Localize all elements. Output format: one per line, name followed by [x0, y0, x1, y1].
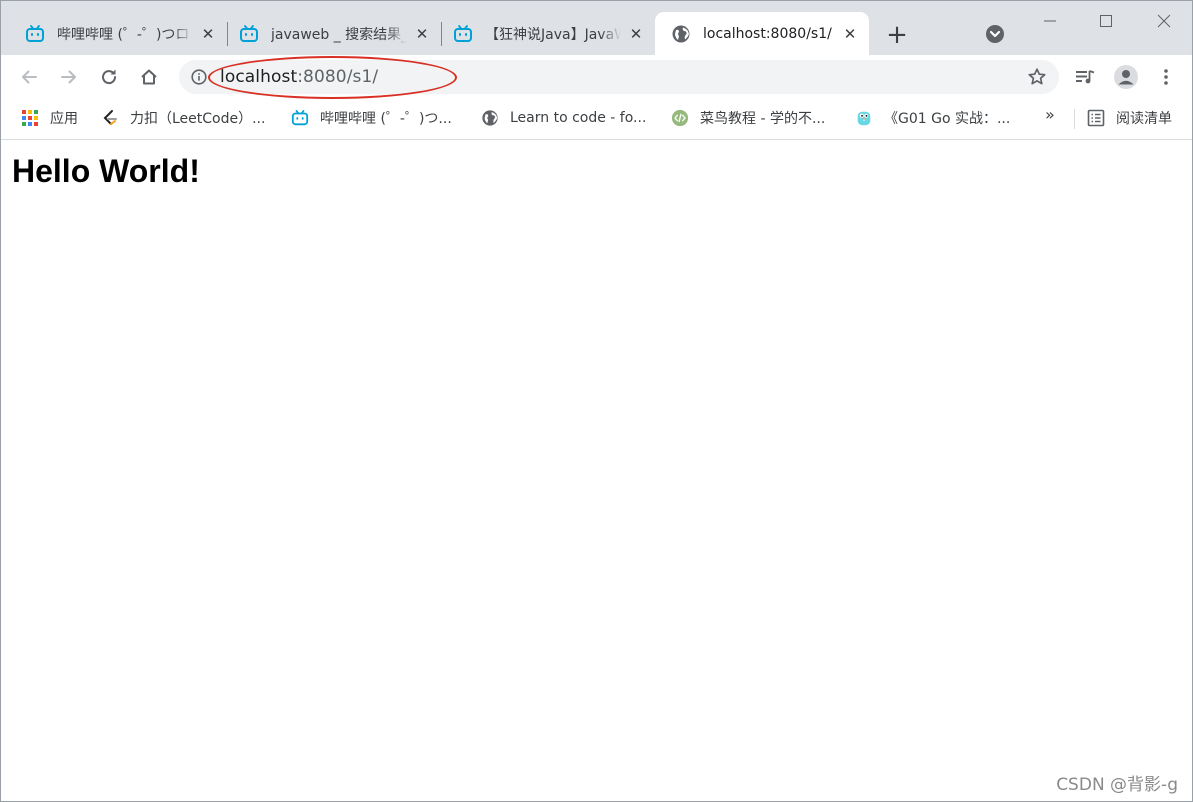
- back-arrow-icon: [22, 70, 37, 84]
- bookmark-leetcode[interactable]: 力扣（LeetCode）...: [101, 107, 265, 129]
- tab-title: javaweb _ 搜索结果_哔哩哔哩-bilibili: [271, 26, 407, 43]
- runoob-icon: [671, 109, 689, 127]
- close-tab-icon[interactable]: ✕: [627, 25, 645, 43]
- reload-icon: [102, 69, 117, 85]
- tab-localhost[interactable]: localhost:8080/s1/ ✕: [655, 12, 869, 55]
- avatar-icon: [1114, 65, 1138, 89]
- bookmark-label: 应用: [50, 111, 78, 127]
- tab-search-icon[interactable]: [985, 24, 1005, 44]
- tab-kuangshen-java[interactable]: 【狂神说Java】JavaWeb入门到实战 ✕: [429, 12, 655, 55]
- bilibili-icon: [25, 24, 45, 44]
- maximize-icon: [1100, 15, 1112, 27]
- tab-title: localhost:8080/s1/: [703, 25, 832, 42]
- address-bar[interactable]: localhost:8080/s1/: [179, 60, 1059, 94]
- bookmark-label: Learn to code - fo...: [510, 110, 647, 126]
- bookmark-label: 力扣（LeetCode）...: [130, 111, 266, 127]
- bookmark-learn-to-code[interactable]: Learn to code - fo...: [481, 107, 646, 129]
- url-host: localhost: [220, 67, 298, 87]
- tab-title: 哔哩哔哩 (゜-゜)つロ 干杯~-bilibili: [57, 26, 193, 43]
- bookmark-bilibili[interactable]: 哔哩哔哩 (゜-゜)つ...: [291, 107, 452, 129]
- leetcode-icon: [101, 109, 119, 127]
- csdn-watermark: CSDN @背影-g: [1056, 775, 1178, 795]
- bookmarks-bar: 应用 力扣（LeetCode）... 哔哩哔哩 (゜-゜)つ... Learn …: [1, 99, 1192, 140]
- home-button[interactable]: [134, 62, 164, 92]
- bilibili-icon: [453, 24, 473, 44]
- minimize-button[interactable]: [1022, 1, 1078, 41]
- bookmark-label: 哔哩哔哩 (゜-゜)つ...: [320, 111, 452, 127]
- bilibili-icon: [291, 109, 309, 127]
- close-icon: [1157, 14, 1171, 28]
- site-info-icon[interactable]: [191, 69, 207, 85]
- tab-title: 【狂神说Java】JavaWeb入门到实战: [485, 26, 621, 43]
- url-text[interactable]: localhost:8080/s1/: [220, 67, 378, 87]
- browser-toolbar: localhost:8080/s1/: [1, 55, 1192, 99]
- home-icon: [141, 69, 157, 85]
- page-heading: Hello World!: [12, 153, 200, 189]
- page-viewport: Hello World! CSDN @背影-g: [1, 141, 1192, 801]
- globe-icon: [481, 109, 499, 127]
- url-path: :8080/s1/: [297, 67, 379, 87]
- bookmarks-overflow-button[interactable]: »: [1045, 105, 1055, 124]
- window-close-button[interactable]: [1136, 1, 1192, 41]
- apps-grid-icon: [21, 109, 39, 127]
- tab-strip: 哔哩哔哩 (゜-゜)つロ 干杯~-bilibili ✕ javaweb _ 搜索…: [1, 1, 1192, 55]
- bookmark-label: 《G01 Go 实战：...: [884, 111, 1011, 127]
- back-button[interactable]: [14, 62, 44, 92]
- bookmarks-divider: [1074, 109, 1075, 129]
- kebab-menu-icon: [1164, 69, 1168, 85]
- bilibili-icon: [239, 24, 259, 44]
- bookmark-label: 菜鸟教程 - 学的不...: [700, 111, 826, 127]
- browser-window: 哔哩哔哩 (゜-゜)つロ 干杯~-bilibili ✕ javaweb _ 搜索…: [0, 0, 1193, 802]
- maximize-button[interactable]: [1078, 1, 1134, 41]
- close-tab-icon[interactable]: ✕: [841, 25, 859, 43]
- reading-list-button[interactable]: 阅读清单: [1087, 107, 1172, 129]
- reload-button[interactable]: [94, 62, 124, 92]
- profile-button[interactable]: [1111, 62, 1141, 92]
- media-queue-icon: [1076, 70, 1095, 84]
- forward-arrow-icon: [61, 70, 76, 84]
- bookmark-go-practice[interactable]: 《G01 Go 实战：...: [855, 107, 1010, 129]
- bookmark-star-icon[interactable]: [1027, 67, 1047, 87]
- tab-bilibili-home[interactable]: 哔哩哔哩 (゜-゜)つロ 干杯~-bilibili ✕: [1, 12, 227, 55]
- globe-icon: [671, 24, 691, 44]
- forward-button[interactable]: [54, 62, 84, 92]
- menu-button[interactable]: [1151, 62, 1181, 92]
- bookmark-apps[interactable]: 应用: [21, 107, 78, 129]
- gopher-icon: [855, 109, 873, 127]
- minimize-icon: [1044, 20, 1056, 22]
- new-tab-button[interactable]: +: [883, 21, 911, 49]
- reading-list-icon: [1087, 109, 1105, 127]
- media-control-button[interactable]: [1070, 62, 1100, 92]
- tab-javaweb-search[interactable]: javaweb _ 搜索结果_哔哩哔哩-bilibili ✕: [215, 12, 441, 55]
- bookmark-runoob[interactable]: 菜鸟教程 - 学的不...: [671, 107, 825, 129]
- reading-list-label: 阅读清单: [1116, 111, 1172, 127]
